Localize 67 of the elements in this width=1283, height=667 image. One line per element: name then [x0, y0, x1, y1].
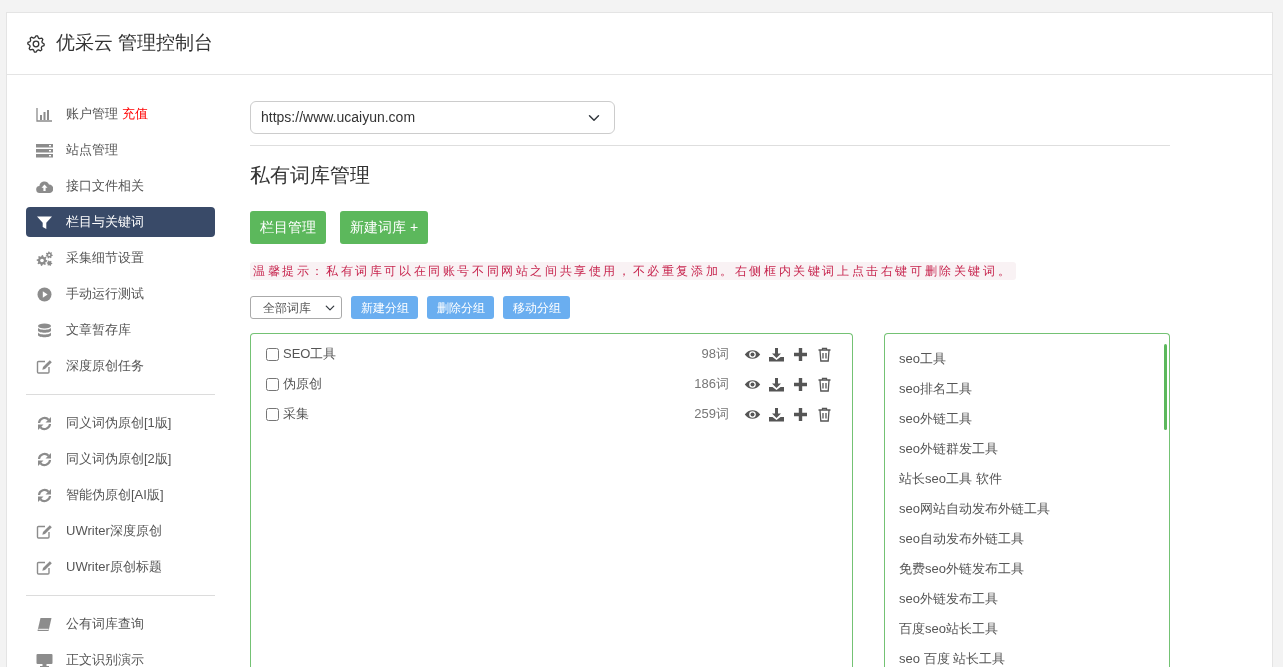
keyword-item[interactable]: seo排名工具	[899, 374, 972, 404]
keyword-item[interactable]: 站长seo工具 软件	[899, 464, 1002, 494]
delete-icon[interactable]	[816, 346, 833, 362]
site-select[interactable]: https://www.ucaiyun.com	[250, 101, 615, 134]
sidebar-item[interactable]: 同义词伪原创[2版]	[26, 444, 215, 474]
cloud-upload-icon	[36, 178, 53, 194]
app-title: 优采云 管理控制台	[56, 31, 214, 56]
database-icon	[36, 322, 53, 338]
edit-icon	[36, 358, 53, 374]
edit-icon	[36, 523, 53, 539]
keyword-item[interactable]: seo自动发布外链工具	[899, 524, 1024, 554]
monitor-icon	[36, 652, 53, 667]
page-heading: 私有词库管理	[250, 163, 371, 188]
library-name: 伪原创	[283, 375, 322, 394]
play-icon	[36, 286, 53, 302]
sidebar-item[interactable]: 同义词伪原创[1版]	[26, 408, 215, 438]
library-checkbox[interactable]	[266, 347, 279, 361]
word-count: 186词	[694, 375, 729, 394]
edit-icon	[36, 559, 53, 575]
library-name: SEO工具	[283, 345, 337, 364]
bar-chart-icon	[36, 106, 53, 122]
add-icon[interactable]	[792, 346, 809, 362]
gears-icon	[36, 250, 53, 266]
hint-text: 温馨提示：私有词库可以在同账号不同网站之间共享使用，不必重复添加。右侧框内关键词上点击右键可删除关键词。	[250, 262, 1017, 280]
download-icon[interactable]	[768, 406, 785, 422]
library-checkbox[interactable]	[266, 407, 279, 421]
filter-icon	[36, 214, 53, 230]
library-name: 采集	[283, 405, 309, 424]
sidebar-item[interactable]: 公有词库查询	[26, 609, 215, 639]
server-icon	[36, 142, 53, 158]
add-icon[interactable]	[792, 406, 809, 422]
keyword-item[interactable]: 百度seo站长工具	[899, 614, 998, 644]
delete-icon[interactable]	[816, 376, 833, 392]
refresh-icon	[36, 487, 53, 503]
recharge-link[interactable]: 充值	[122, 104, 148, 124]
sidebar-item[interactable]: 账户管理 充值	[26, 99, 215, 129]
sidebar-item[interactable]: 采集细节设置	[26, 243, 215, 273]
word-count: 259词	[694, 405, 729, 424]
refresh-icon	[36, 451, 53, 467]
sidebar-item[interactable]: UWriter深度原创	[26, 516, 215, 546]
download-icon[interactable]	[768, 376, 785, 392]
keyword-item[interactable]: seo 百度 站长工具	[899, 644, 1006, 667]
delete-icon[interactable]	[816, 406, 833, 422]
word-count: 98词	[701, 345, 729, 364]
sidebar-item[interactable]: 接口文件相关	[26, 171, 215, 201]
keyword-item[interactable]: seo外链群发工具	[899, 434, 998, 464]
library-filter-select[interactable]: 全部词库	[250, 296, 342, 319]
keyword-item[interactable]: seo外链工具	[899, 404, 972, 434]
sidebar-item[interactable]: 手动运行测试	[26, 279, 215, 309]
keyword-item[interactable]: seo网站自动发布外链工具	[899, 494, 1050, 524]
keyword-item[interactable]: seo外链发布工具	[899, 584, 998, 614]
settings-icon	[27, 34, 45, 53]
download-icon[interactable]	[768, 346, 785, 362]
library-checkbox[interactable]	[266, 377, 279, 391]
sidebar-item[interactable]: 文章暂存库	[26, 315, 215, 345]
sidebar-item[interactable]: 栏目与关键词	[26, 207, 215, 237]
sidebar-item[interactable]: 站点管理	[26, 135, 215, 165]
refresh-icon	[36, 415, 53, 431]
add-icon[interactable]	[792, 376, 809, 392]
sidebar-item[interactable]: 智能伪原创[AI版]	[26, 480, 215, 510]
sidebar-item[interactable]: UWriter原创标题	[26, 552, 215, 582]
book-icon	[36, 616, 53, 632]
sidebar-item[interactable]: 深度原创任务	[26, 351, 215, 381]
keyword-item[interactable]: 免费seo外链发布工具	[899, 554, 1024, 584]
sidebar-item[interactable]: 正文识别演示	[26, 645, 215, 667]
scrollbar-thumb[interactable]	[1164, 344, 1167, 430]
keyword-item[interactable]: seo工具	[899, 344, 946, 374]
